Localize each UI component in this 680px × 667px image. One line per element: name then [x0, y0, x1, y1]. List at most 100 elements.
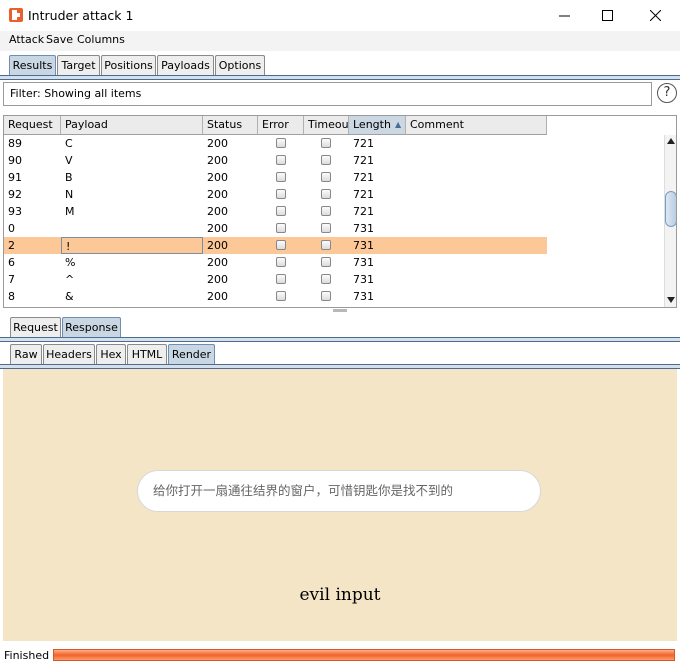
maximize-icon: [601, 10, 613, 21]
cell-payload: V: [65, 154, 73, 167]
scroll-thumb[interactable]: [665, 191, 676, 227]
minimize-button[interactable]: [541, 0, 587, 31]
cell-payload: B: [65, 171, 73, 184]
cell-request: 0: [8, 222, 15, 235]
table-row[interactable]: 6% 200 731: [4, 254, 547, 271]
tab-html[interactable]: HTML: [127, 344, 167, 364]
cell-payload: [61, 220, 203, 237]
timeout-checkbox: [321, 223, 331, 233]
timeout-checkbox: [321, 206, 331, 216]
error-checkbox: [276, 172, 286, 182]
rendered-text: evil input: [299, 585, 381, 605]
tab-headers[interactable]: Headers: [43, 344, 95, 364]
filter-bar[interactable]: Filter: Showing all items: [3, 82, 652, 106]
cell-length: 731: [353, 273, 374, 286]
tab-target[interactable]: Target: [57, 55, 100, 75]
column-header-timeout[interactable]: Timeout: [304, 116, 353, 135]
cell-request: 2: [8, 239, 15, 252]
results-table: Request Payload Status Error Timeout Len…: [3, 115, 677, 308]
error-checkbox: [276, 223, 286, 233]
table-row[interactable]: 7 ^ 200 731: [4, 271, 547, 288]
status-label: Finished: [4, 649, 50, 662]
scroll-up-icon[interactable]: [667, 138, 675, 144]
menu-save[interactable]: Save: [46, 33, 73, 46]
tab-response[interactable]: Response: [62, 317, 121, 337]
cell-length: 721: [353, 137, 374, 150]
splitter-handle[interactable]: [333, 309, 347, 312]
cell-status: 200: [207, 256, 228, 269]
cell-payload: C: [65, 137, 73, 150]
cell-length: 721: [353, 188, 374, 201]
close-icon: [649, 10, 661, 21]
tab-render[interactable]: Render: [168, 344, 215, 364]
column-header-payload[interactable]: Payload: [61, 116, 203, 135]
cell-request: 89: [8, 137, 22, 150]
rendered-input[interactable]: 给你打开一扇通往结界的窗户，可惜钥匙你是找不到的: [137, 470, 541, 512]
cell-status: 200: [207, 290, 228, 303]
error-checkbox: [276, 257, 286, 267]
error-checkbox: [276, 274, 286, 284]
table-row[interactable]: 8 & 200 731: [4, 288, 547, 305]
cell-length: 731: [353, 222, 374, 235]
table-row[interactable]: 90 V 200 721: [4, 152, 547, 169]
cell-length: 731: [353, 256, 374, 269]
cell-payload: N: [65, 188, 74, 201]
maximize-button[interactable]: [584, 0, 630, 31]
cell-request: 93: [8, 205, 22, 218]
window-title: Intruder attack 1: [28, 8, 134, 23]
splitter[interactable]: [3, 309, 677, 313]
cell-payload: !: [61, 237, 203, 254]
burp-app-icon: [9, 8, 23, 22]
tab-options[interactable]: Options: [215, 55, 265, 75]
partial-row: [4, 305, 547, 307]
help-icon[interactable]: ?: [657, 83, 677, 103]
column-header-error[interactable]: Error: [258, 116, 304, 135]
tab-results[interactable]: Results: [9, 55, 56, 75]
tab-payloads[interactable]: Payloads: [157, 55, 214, 75]
column-header-request[interactable]: Request: [4, 116, 61, 135]
cell-request: 8: [8, 290, 15, 303]
tab-request[interactable]: Request: [10, 317, 61, 337]
cell-status: 200: [207, 137, 228, 150]
table-row[interactable]: 89 C 200 721: [4, 135, 547, 152]
table-scrollbar[interactable]: [664, 135, 676, 307]
timeout-checkbox: [321, 172, 331, 182]
timeout-checkbox: [321, 189, 331, 199]
column-header-length[interactable]: Length ▲: [349, 116, 406, 135]
error-checkbox: [276, 138, 286, 148]
cell-length: 731: [353, 290, 374, 303]
tab-hex[interactable]: Hex: [96, 344, 126, 364]
minimize-icon: [558, 15, 570, 17]
cell-request: 7: [8, 273, 15, 286]
message-tab-underline: [0, 337, 680, 342]
tab-positions[interactable]: Positions: [101, 55, 156, 75]
table-row[interactable]: 91 B 200 721: [4, 169, 547, 186]
column-header-comment[interactable]: Comment: [406, 116, 547, 135]
timeout-checkbox: [321, 138, 331, 148]
cell-status: 200: [207, 171, 228, 184]
tab-raw[interactable]: Raw: [10, 344, 42, 364]
close-button[interactable]: [632, 0, 678, 31]
timeout-checkbox: [321, 257, 331, 267]
cell-length: 731: [353, 239, 374, 252]
menu-attack[interactable]: Attack: [9, 33, 44, 46]
menu-columns[interactable]: Columns: [77, 33, 125, 46]
header-filler: [547, 116, 664, 135]
column-header-status[interactable]: Status: [203, 116, 258, 135]
cell-request: 90: [8, 154, 22, 167]
table-row[interactable]: 0 200 731: [4, 220, 547, 237]
timeout-checkbox: [321, 274, 331, 284]
timeout-checkbox: [321, 155, 331, 165]
error-checkbox: [276, 189, 286, 199]
column-header-length-label: Length: [353, 118, 391, 131]
error-checkbox: [276, 206, 286, 216]
scroll-down-icon[interactable]: [667, 297, 675, 303]
table-row[interactable]: 2! 200 731: [4, 237, 547, 254]
cell-status: 200: [207, 188, 228, 201]
table-row[interactable]: 92 N 200 721: [4, 186, 547, 203]
cell-request: 92: [8, 188, 22, 201]
cell-status: 200: [207, 222, 228, 235]
table-row[interactable]: 93 M 200 721: [4, 203, 547, 220]
progress-bar: [53, 649, 675, 661]
cell-status: 200: [207, 205, 228, 218]
